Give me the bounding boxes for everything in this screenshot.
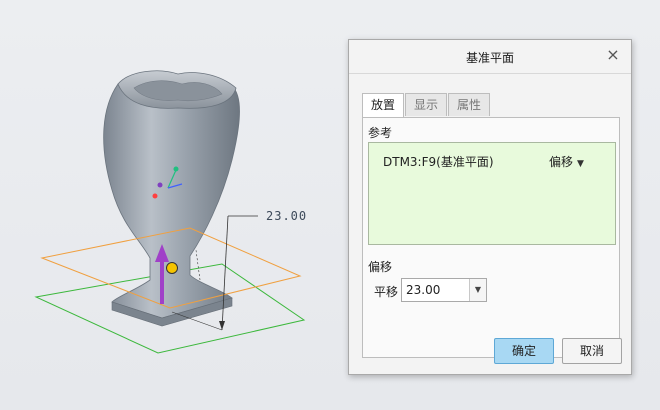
chevron-down-icon: ▼ — [577, 159, 584, 169]
tab-properties[interactable]: 属性 — [448, 93, 491, 116]
vase-model[interactable] — [103, 70, 240, 327]
tab-display[interactable]: 显示 — [405, 93, 448, 116]
dialog-title: 基准平面 — [465, 51, 514, 65]
reference-constraint-dropdown[interactable]: 偏移 ▼ — [549, 153, 584, 170]
offset-section-label: 偏移 — [368, 260, 393, 274]
close-icon[interactable]: × — [605, 47, 621, 63]
references-label: 参考 — [368, 126, 393, 140]
ok-button[interactable]: 确定 — [494, 338, 554, 364]
reference-constraint-label: 偏移 — [549, 155, 574, 169]
placement-panel: 参考 DTM3:F9(基准平面) 偏移▼ 偏移 平移 ▼ — [362, 117, 620, 358]
chevron-down-icon[interactable]: ▼ — [469, 279, 486, 301]
drag-handle-dot — [166, 262, 178, 274]
cancel-button[interactable]: 取消 — [562, 338, 622, 364]
datum-plane-dialog: 基准平面 × 放置 显示 属性 参考 DTM3:F9(基准平面) 偏移 ▼ 偏移 … — [348, 39, 632, 375]
translation-input[interactable] — [402, 279, 470, 301]
translation-combobox[interactable]: ▼ — [401, 278, 487, 302]
references-collector[interactable]: DTM3:F9(基准平面) 偏移 ▼ — [368, 142, 616, 245]
dialog-titlebar[interactable]: 基准平面 × — [349, 40, 631, 74]
dialog-tabs: 放置 显示 属性 — [362, 93, 491, 117]
tab-placement[interactable]: 放置 — [362, 93, 405, 117]
reference-item-name[interactable]: DTM3:F9(基准平面) — [383, 153, 494, 170]
dimension-value-text[interactable]: 23.00 — [266, 209, 307, 223]
translation-label: 平移 — [374, 285, 399, 299]
